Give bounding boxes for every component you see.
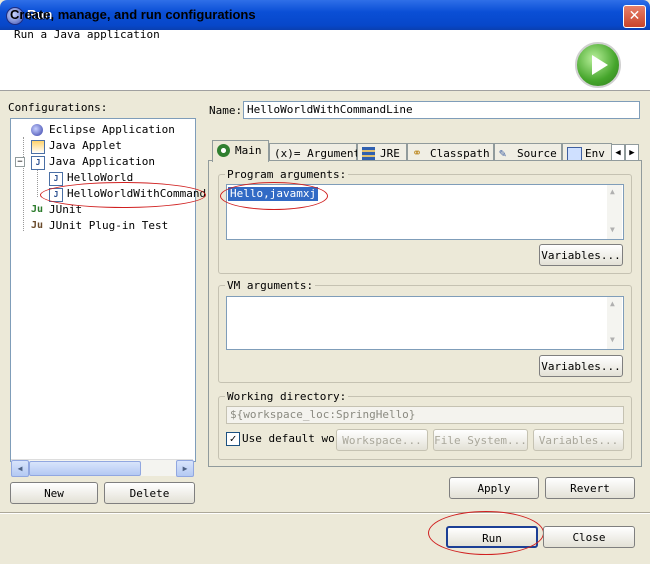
arguments-icon: (x)= xyxy=(274,147,301,160)
vm-arguments-scrollbar[interactable]: ▲ ▼ xyxy=(607,297,622,349)
file-system-button[interactable]: File System... xyxy=(433,429,528,451)
scroll-thumb[interactable] xyxy=(29,461,141,476)
configurations-label: Configurations: xyxy=(8,101,108,114)
workspace-button[interactable]: Workspace... xyxy=(336,429,428,451)
scroll-left-icon[interactable]: ◀ xyxy=(11,460,29,477)
run-banner-icon xyxy=(575,42,621,88)
main-icon xyxy=(217,144,230,157)
annotation-circle xyxy=(40,182,206,208)
revert-button[interactable]: Revert xyxy=(545,477,635,499)
annotation-circle xyxy=(428,511,544,555)
use-default-checkbox[interactable]: ✓ xyxy=(226,432,240,446)
header-title: Create, manage, and run configurations xyxy=(10,7,256,22)
header-subtitle: Run a Java application xyxy=(14,28,160,41)
annotation-circle xyxy=(220,182,328,210)
jre-icon xyxy=(362,147,375,160)
working-directory-label: Working directory: xyxy=(225,390,349,403)
separator xyxy=(0,512,650,514)
program-arguments-label: Program arguments: xyxy=(225,168,349,181)
java-config-icon: J xyxy=(49,172,63,186)
delete-button[interactable]: Delete xyxy=(104,482,195,504)
junit-plugin-icon: Ju xyxy=(31,220,44,231)
source-icon: ✎ xyxy=(499,146,507,160)
tree-horizontal-scrollbar[interactable]: ◀ ▶ xyxy=(11,459,194,477)
use-default-label: Use default wor xyxy=(242,432,342,445)
program-variables-button[interactable]: Variables... xyxy=(539,244,623,266)
name-field[interactable]: HelloWorldWithCommandLine xyxy=(243,101,640,119)
scroll-right-icon[interactable]: ▶ xyxy=(176,460,194,477)
vm-arguments-label: VM arguments: xyxy=(225,279,316,292)
apply-button[interactable]: Apply xyxy=(449,477,539,499)
tab-main[interactable]: Main xyxy=(212,140,269,162)
vm-variables-button[interactable]: Variables... xyxy=(539,355,623,377)
close-button[interactable]: Close xyxy=(543,526,635,548)
collapse-toggle[interactable]: − xyxy=(15,157,25,167)
applet-icon xyxy=(31,140,45,154)
junit-icon: Ju xyxy=(31,204,44,215)
vm-arguments-textarea[interactable]: ▲ ▼ xyxy=(226,296,624,350)
eclipse-app-icon xyxy=(31,124,43,136)
new-button[interactable]: New xyxy=(10,482,98,504)
working-variables-button[interactable]: Variables... xyxy=(533,429,624,451)
java-app-icon: J xyxy=(31,156,45,170)
working-directory-field[interactable]: ${workspace_loc:SpringHello} xyxy=(226,406,624,424)
configurations-tree[interactable]: Eclipse Application Java Applet − J Java… xyxy=(10,118,206,462)
name-label: Name: xyxy=(209,104,243,117)
close-window-button[interactable]: ✕ xyxy=(623,5,646,28)
classpath-icon: ⚭ xyxy=(412,146,423,160)
program-arguments-scrollbar[interactable]: ▲ ▼ xyxy=(607,185,622,239)
